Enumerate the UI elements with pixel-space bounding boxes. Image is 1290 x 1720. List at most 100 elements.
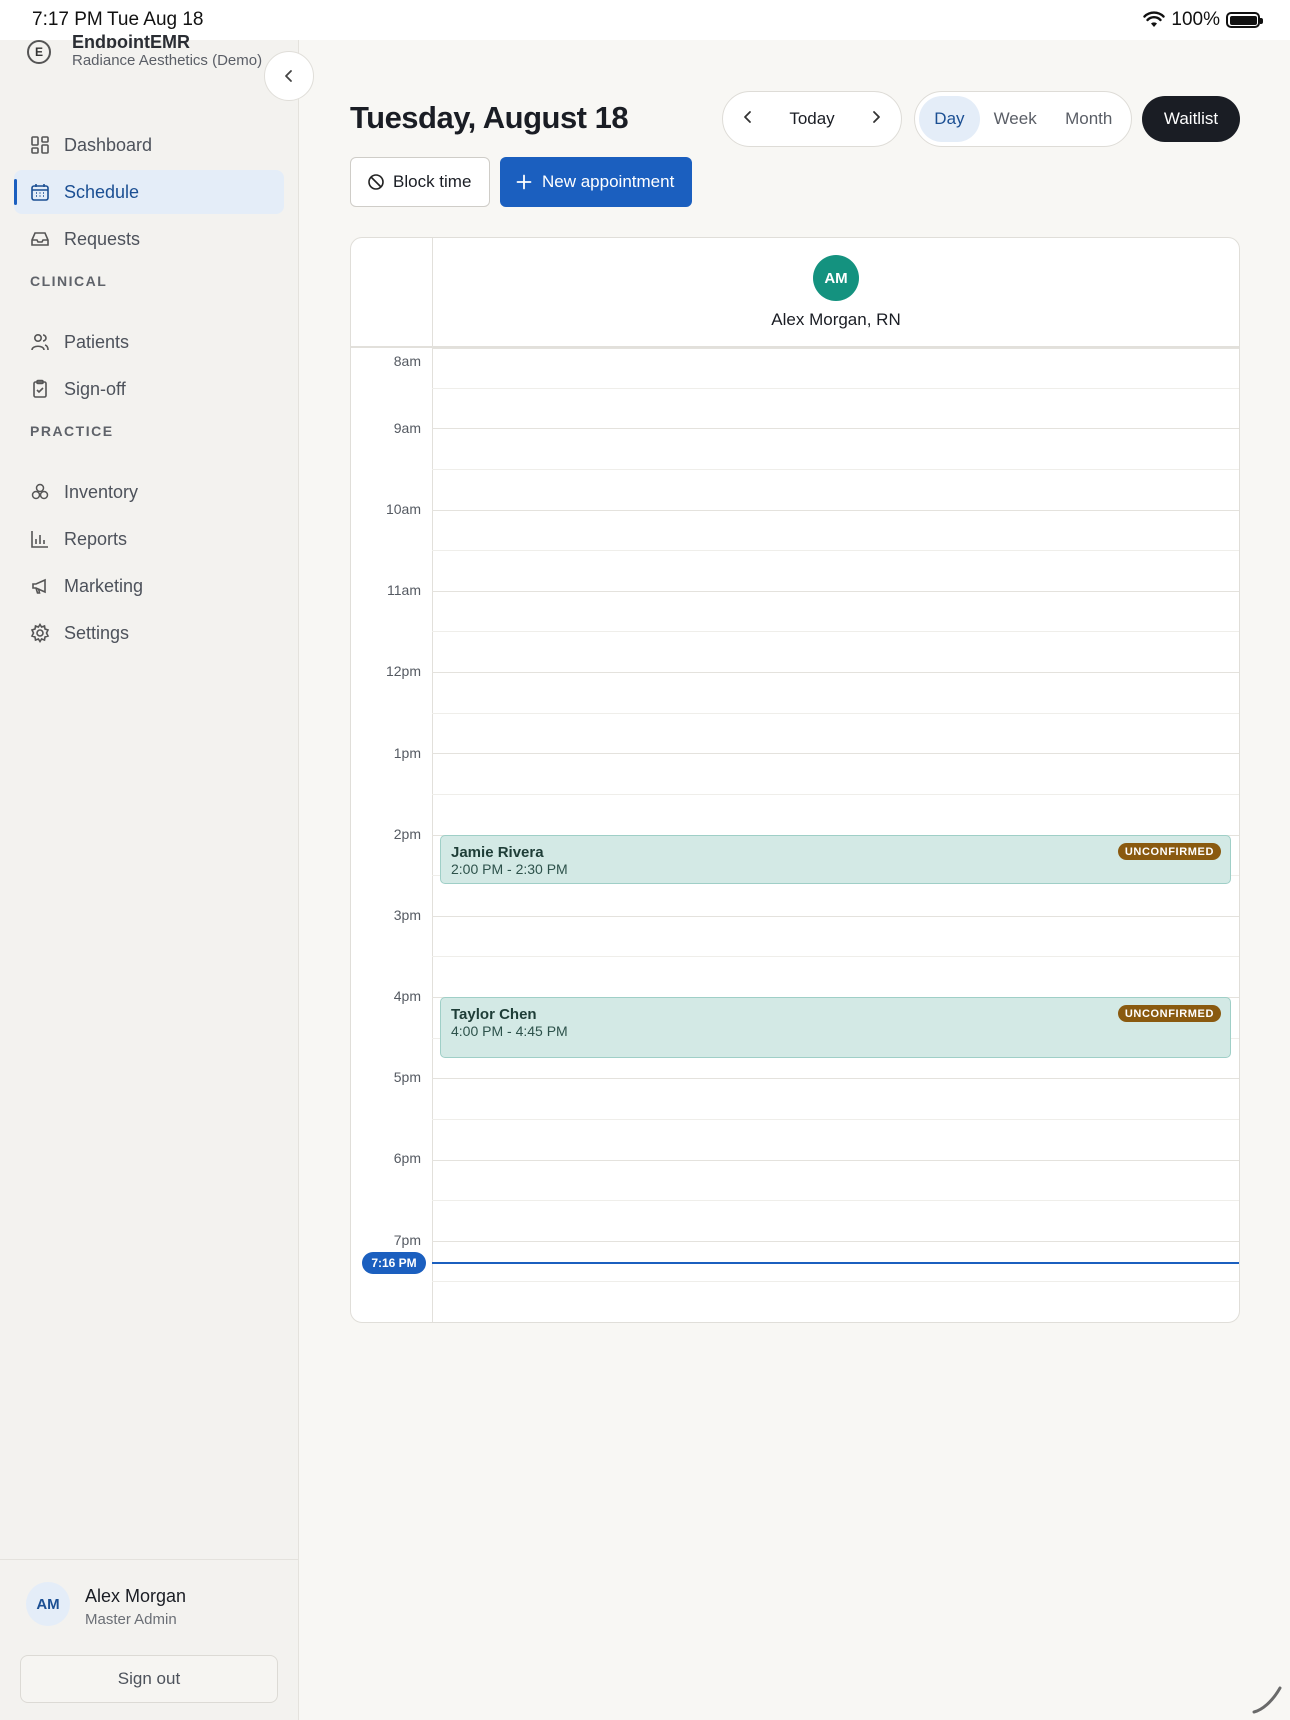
- hour-label: 10am: [385, 501, 421, 517]
- avatar: AM: [26, 1582, 70, 1626]
- sidebar-item-settings[interactable]: Settings: [14, 611, 284, 655]
- chevron-left-icon: [285, 70, 292, 82]
- sidebar-item-label: Requests: [64, 228, 141, 249]
- appointment-card[interactable]: Jamie Rivera 2:00 PM - 2:30 PM UNCONFIRM…: [440, 835, 1231, 884]
- sidebar-item-marketing[interactable]: Marketing: [14, 564, 284, 608]
- hour-line: [432, 1160, 1239, 1161]
- sidebar-item-label: Patients: [64, 331, 130, 352]
- sidebar-item-label: Reports: [64, 528, 128, 549]
- sidebar-item-label: Sign-off: [64, 378, 126, 399]
- sidebar-item-reports[interactable]: Reports: [14, 517, 284, 561]
- hour-label: 5pm: [393, 1069, 421, 1085]
- hour-label: 3pm: [393, 907, 421, 923]
- sidebar-item-label: Inventory: [64, 481, 139, 502]
- hour-line: [432, 348, 1239, 349]
- appointment-patient: Jamie Rivera: [451, 844, 544, 861]
- half-hour-line: [432, 1281, 1239, 1282]
- new-appointment-button[interactable]: New appointment: [500, 157, 692, 207]
- next-day-button[interactable]: [869, 110, 883, 129]
- sidebar-item-sign-off[interactable]: Sign-off: [14, 367, 284, 411]
- hour-line: [432, 753, 1239, 754]
- sidebar: E EndpointEMR Radiance Aesthetics (Demo)…: [0, 32, 314, 1720]
- half-hour-line: [432, 713, 1239, 714]
- view-day-button[interactable]: Day: [919, 96, 980, 142]
- half-hour-line: [432, 1200, 1239, 1201]
- user-name: Alex Morgan: [85, 1586, 187, 1606]
- block-time-label: Block time: [393, 172, 472, 191]
- hour-label: 4pm: [393, 988, 421, 1004]
- sidebar-item-patients[interactable]: Patients: [14, 320, 284, 364]
- brand-logo: E: [27, 40, 51, 64]
- date-navigation: Today: [722, 91, 902, 147]
- hour-label: 12pm: [385, 663, 421, 679]
- today-button[interactable]: Today: [789, 109, 834, 129]
- provider-avatar: AM: [813, 255, 859, 301]
- inbox-icon: [30, 229, 50, 249]
- sidebar-item-label: Dashboard: [64, 134, 153, 155]
- hour-label: 11am: [387, 582, 421, 598]
- sidebar-item-label: Settings: [64, 622, 130, 643]
- provider-name: Alex Morgan, RN: [771, 310, 901, 329]
- hour-line: [432, 1078, 1239, 1079]
- status-badge: UNCONFIRMED: [1117, 843, 1221, 860]
- hour-label: 2pm: [393, 826, 421, 842]
- hour-line: [432, 591, 1239, 592]
- status-date: Tue Aug 18: [107, 9, 204, 30]
- hour-label: 1pm: [393, 745, 421, 761]
- calendar-icon: [30, 182, 50, 202]
- hour-label: 6pm: [393, 1150, 421, 1166]
- appointment-time: 2:00 PM - 2:30 PM: [451, 861, 568, 877]
- new-appointment-label: New appointment: [542, 172, 675, 191]
- half-hour-line: [432, 388, 1239, 389]
- hour-line: [432, 1241, 1239, 1242]
- wifi-icon: [1143, 11, 1166, 27]
- users-icon: [30, 332, 50, 352]
- current-time-label: 7:16 PM: [362, 1252, 426, 1274]
- status-time: 7:17 PM: [32, 9, 103, 30]
- sidebar-item-inventory[interactable]: Inventory: [14, 470, 284, 514]
- hour-line: [432, 916, 1239, 917]
- status-bar: 7:17 PM Tue Aug 18 100%: [0, 0, 1290, 40]
- plus-icon: [516, 174, 532, 190]
- user-panel: AM Alex Morgan Master Admin Sign out: [0, 1559, 299, 1720]
- half-hour-line: [432, 631, 1239, 632]
- section-label-clinical: CLINICAL: [30, 273, 108, 289]
- block-icon: [367, 173, 385, 191]
- chevron-left-icon: [744, 110, 751, 123]
- section-label-practice: PRACTICE: [30, 423, 114, 439]
- waitlist-button[interactable]: Waitlist: [1142, 96, 1240, 142]
- day-calendar: AM Alex Morgan, RN 8am 9am 10am 11am 12p…: [350, 237, 1240, 1323]
- appointment-patient: Taylor Chen: [451, 1006, 537, 1023]
- pencil-stroke-icon: [1252, 1686, 1282, 1714]
- page-title: Tuesday, August 18: [350, 100, 629, 135]
- sign-out-button[interactable]: Sign out: [20, 1655, 278, 1703]
- view-week-button[interactable]: Week: [980, 96, 1051, 142]
- current-time-line: [432, 1262, 1239, 1264]
- gear-icon: [30, 623, 50, 643]
- view-month-button[interactable]: Month: [1050, 96, 1127, 142]
- view-switcher: Day Week Month: [914, 91, 1132, 147]
- hour-line: [432, 672, 1239, 673]
- previous-day-button[interactable]: [741, 110, 755, 129]
- hour-label: 7pm: [393, 1232, 421, 1248]
- sidebar-item-schedule[interactable]: Schedule: [14, 170, 284, 214]
- hour-label: 8am: [393, 353, 421, 369]
- block-time-button[interactable]: Block time: [350, 157, 490, 207]
- calendar-header: AM Alex Morgan, RN: [351, 238, 1239, 348]
- appointment-card[interactable]: Taylor Chen 4:00 PM - 4:45 PM UNCONFIRME…: [440, 997, 1231, 1058]
- sidebar-item-dashboard[interactable]: Dashboard: [14, 123, 284, 167]
- status-right: 100%: [1143, 9, 1263, 31]
- bar-chart-icon: [30, 529, 50, 549]
- chevron-right-icon: [873, 110, 880, 123]
- collapse-sidebar-button[interactable]: [264, 51, 314, 101]
- megaphone-icon: [30, 576, 50, 596]
- hour-line: [432, 428, 1239, 429]
- status-badge: UNCONFIRMED: [1117, 1005, 1221, 1022]
- half-hour-line: [432, 794, 1239, 795]
- sidebar-item-label: Marketing: [64, 575, 144, 596]
- half-hour-line: [432, 956, 1239, 957]
- battery-percent: 100%: [1171, 9, 1220, 30]
- sidebar-item-requests[interactable]: Requests: [14, 217, 284, 261]
- hour-line: [432, 510, 1239, 511]
- sidebar-item-label: Schedule: [64, 181, 140, 202]
